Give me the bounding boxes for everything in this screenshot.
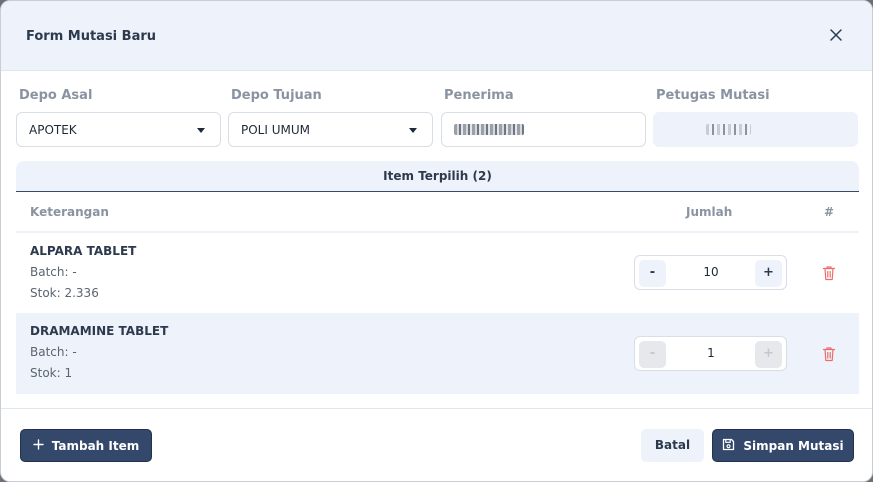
item-batch: Batch: - [30, 265, 77, 279]
trash-icon[interactable] [822, 265, 836, 281]
selected-items-table: Item Terpilih (2) Keterangan Jumlah # AL… [16, 161, 859, 395]
quantity-value[interactable]: 1 [675, 346, 747, 360]
decrement-button[interactable]: - [639, 260, 666, 287]
modal-title: Form Mutasi Baru [26, 29, 157, 44]
save-button[interactable]: Simpan Mutasi [712, 429, 854, 462]
cancel-button[interactable]: Batal [641, 429, 704, 462]
table-columns: Keterangan Jumlah # [16, 192, 859, 233]
form-fields: Depo Asal APOTEK Depo Tujuan POLI UMUM P… [1, 71, 872, 159]
petugas-label: Petugas Mutasi [656, 88, 770, 103]
column-keterangan: Keterangan [30, 205, 109, 219]
depo-tujuan-label: Depo Tujuan [231, 88, 322, 103]
decrement-button[interactable]: - [639, 341, 666, 368]
add-item-button[interactable]: Tambah Item [20, 429, 152, 462]
table-row: ALPARA TABLET Batch: - Stok: 2.336 - 10 … [16, 233, 859, 313]
save-label: Simpan Mutasi [743, 438, 844, 453]
redacted-value [706, 124, 751, 135]
items-header: Item Terpilih (2) [16, 161, 859, 192]
caret-down-icon [409, 128, 417, 133]
close-icon[interactable] [828, 27, 844, 43]
item-batch: Batch: - [30, 345, 77, 359]
item-name: ALPARA TABLET [30, 244, 137, 258]
add-item-label: Tambah Item [51, 438, 140, 453]
depo-asal-select[interactable]: APOTEK [16, 112, 221, 147]
quantity-value[interactable]: 10 [675, 265, 747, 279]
table-row: DRAMAMINE TABLET Batch: - Stok: 1 - 1 + [16, 313, 859, 394]
column-aksi: # [824, 205, 835, 219]
depo-asal-label: Depo Asal [19, 88, 93, 103]
increment-button[interactable]: + [755, 341, 782, 368]
save-icon [722, 438, 735, 454]
depo-asal-value: APOTEK [29, 123, 77, 137]
depo-tujuan-value: POLI UMUM [241, 123, 310, 137]
redacted-value [454, 124, 524, 135]
item-stok: Stok: 2.336 [30, 286, 99, 300]
trash-icon[interactable] [822, 346, 836, 362]
depo-tujuan-select[interactable]: POLI UMUM [228, 112, 433, 147]
plus-icon [33, 438, 44, 453]
modal-footer: Tambah Item Batal Simpan Mutasi [1, 408, 872, 481]
petugas-input [653, 112, 858, 147]
column-jumlah: Jumlah [686, 205, 733, 219]
item-stok: Stok: 1 [30, 366, 73, 380]
mutasi-modal: Form Mutasi Baru Depo Asal APOTEK Depo T… [0, 0, 873, 482]
quantity-stepper: - 1 + [634, 336, 787, 371]
penerima-label: Penerima [444, 88, 514, 103]
caret-down-icon [197, 128, 205, 133]
increment-button[interactable]: + [755, 260, 782, 287]
penerima-input[interactable] [441, 112, 646, 147]
modal-header: Form Mutasi Baru [1, 1, 872, 71]
item-name: DRAMAMINE TABLET [30, 324, 169, 338]
quantity-stepper: - 10 + [634, 255, 787, 290]
